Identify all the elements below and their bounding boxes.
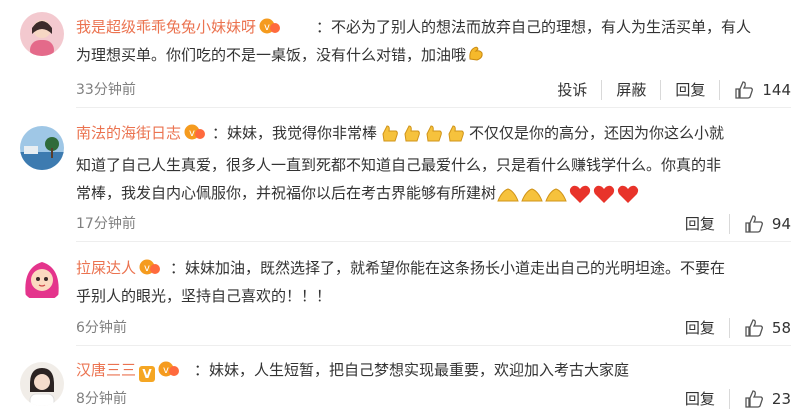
like-button[interactable]: 23	[728, 389, 791, 409]
like-button[interactable]: 94	[728, 214, 791, 234]
comment-line: 不仅仅是你的高分，还因为你这么小就	[469, 124, 725, 142]
heart-emoji-icon	[593, 185, 615, 203]
like-count: 144	[762, 81, 791, 99]
muscle-emoji-icon	[469, 46, 483, 61]
comment-line: ：妹妹，我觉得你非常棒	[212, 124, 378, 142]
thumbs-up-icon	[745, 319, 763, 337]
emoji-group	[496, 183, 640, 211]
divider	[76, 345, 791, 346]
thumbs-up-emoji-icon	[426, 125, 442, 142]
comment-line: 乎别人的眼光，坚持自己喜欢的！！！	[76, 287, 332, 305]
comment-line: ：妹妹加油，既然选择了，就希望你能在这条扬长小道走出自己的光明坦途。不要在	[170, 259, 726, 277]
comment-actions: 投诉 屏蔽 回复 144	[543, 80, 791, 100]
comment-time: 33分钟前	[76, 82, 136, 98]
like-button[interactable]: 144	[719, 80, 791, 100]
comment-actions: 回复 94	[671, 214, 791, 234]
comment-actions: 回复 58	[671, 318, 791, 338]
like-count: 94	[771, 215, 791, 233]
comment-line: ：妹妹，人生短暂，把自己梦想实现最重要，欢迎加入考古大家庭	[194, 361, 630, 379]
thumbs-up-icon	[745, 390, 763, 408]
comment-time: 6分钟前	[76, 320, 127, 336]
comment-text: ：妹妹，人生短暂，把自己梦想实现最重要，欢迎加入考古大家庭	[76, 356, 796, 384]
reply-button[interactable]: 回复	[671, 389, 729, 409]
pray-emoji-icon	[497, 188, 519, 202]
pray-emoji-icon	[545, 188, 567, 202]
comment-time: 17分钟前	[76, 216, 136, 232]
avatar[interactable]	[20, 258, 64, 302]
thumbs-up-icon	[745, 215, 763, 233]
avatar[interactable]	[20, 12, 64, 56]
reply-button[interactable]: 回复	[660, 80, 719, 100]
thumbs-up-emoji-group	[379, 123, 467, 151]
thumbs-up-emoji-icon	[448, 125, 464, 142]
like-count: 58	[771, 319, 791, 337]
comment-line: 常棒，我发自内心佩服你，并祝福你以后在考古界能够有所建树	[76, 184, 497, 202]
like-count: 23	[771, 390, 791, 408]
comment-time: 8分钟前	[76, 391, 127, 407]
thumbs-up-emoji-icon	[404, 125, 420, 142]
heart-emoji-icon	[617, 185, 639, 203]
comment-line: 为理想买单。你们吃的不是一桌饭，没有什么对错，加油哦	[76, 46, 467, 64]
block-button[interactable]: 屏蔽	[601, 80, 660, 100]
avatar[interactable]	[20, 126, 64, 170]
like-button[interactable]: 58	[728, 318, 791, 338]
reply-button[interactable]: 回复	[671, 318, 729, 338]
comment-text: ：妹妹，我觉得你非常棒 不仅仅是你的高分，还因为你这么小就 知道了自己人生真爱，很…	[76, 119, 796, 211]
pray-emoji-icon	[521, 188, 543, 202]
divider	[76, 241, 791, 242]
comment-list: 我是超级乖乖兔兔小妹妹呀 v ：不必为了别人的想法而放弃自己的理想，有人为生活买单…	[0, 0, 805, 418]
comment-line: 知道了自己人生真爱，很多人一直到死都不知道自己最爱什么，只是看什么赚钱学什么。你…	[76, 156, 722, 174]
comment-actions: 回复 23	[671, 389, 791, 409]
divider	[76, 107, 791, 108]
report-button[interactable]: 投诉	[543, 80, 601, 100]
thumbs-up-emoji-icon	[382, 125, 398, 142]
avatar[interactable]	[20, 362, 64, 406]
reply-button[interactable]: 回复	[671, 214, 729, 234]
comment-text: ：妹妹加油，既然选择了，就希望你能在这条扬长小道走出自己的光明坦途。不要在 乎别…	[76, 254, 796, 310]
thumbs-up-icon	[735, 81, 754, 99]
comment-line: ：不必为了别人的想法而放弃自己的理想，有人为生活买单，有人	[316, 18, 752, 36]
comment-text: ：不必为了别人的想法而放弃自己的理想，有人为生活买单，有人 为理想买单。你们吃的…	[76, 13, 796, 69]
heart-emoji-icon	[569, 185, 591, 203]
